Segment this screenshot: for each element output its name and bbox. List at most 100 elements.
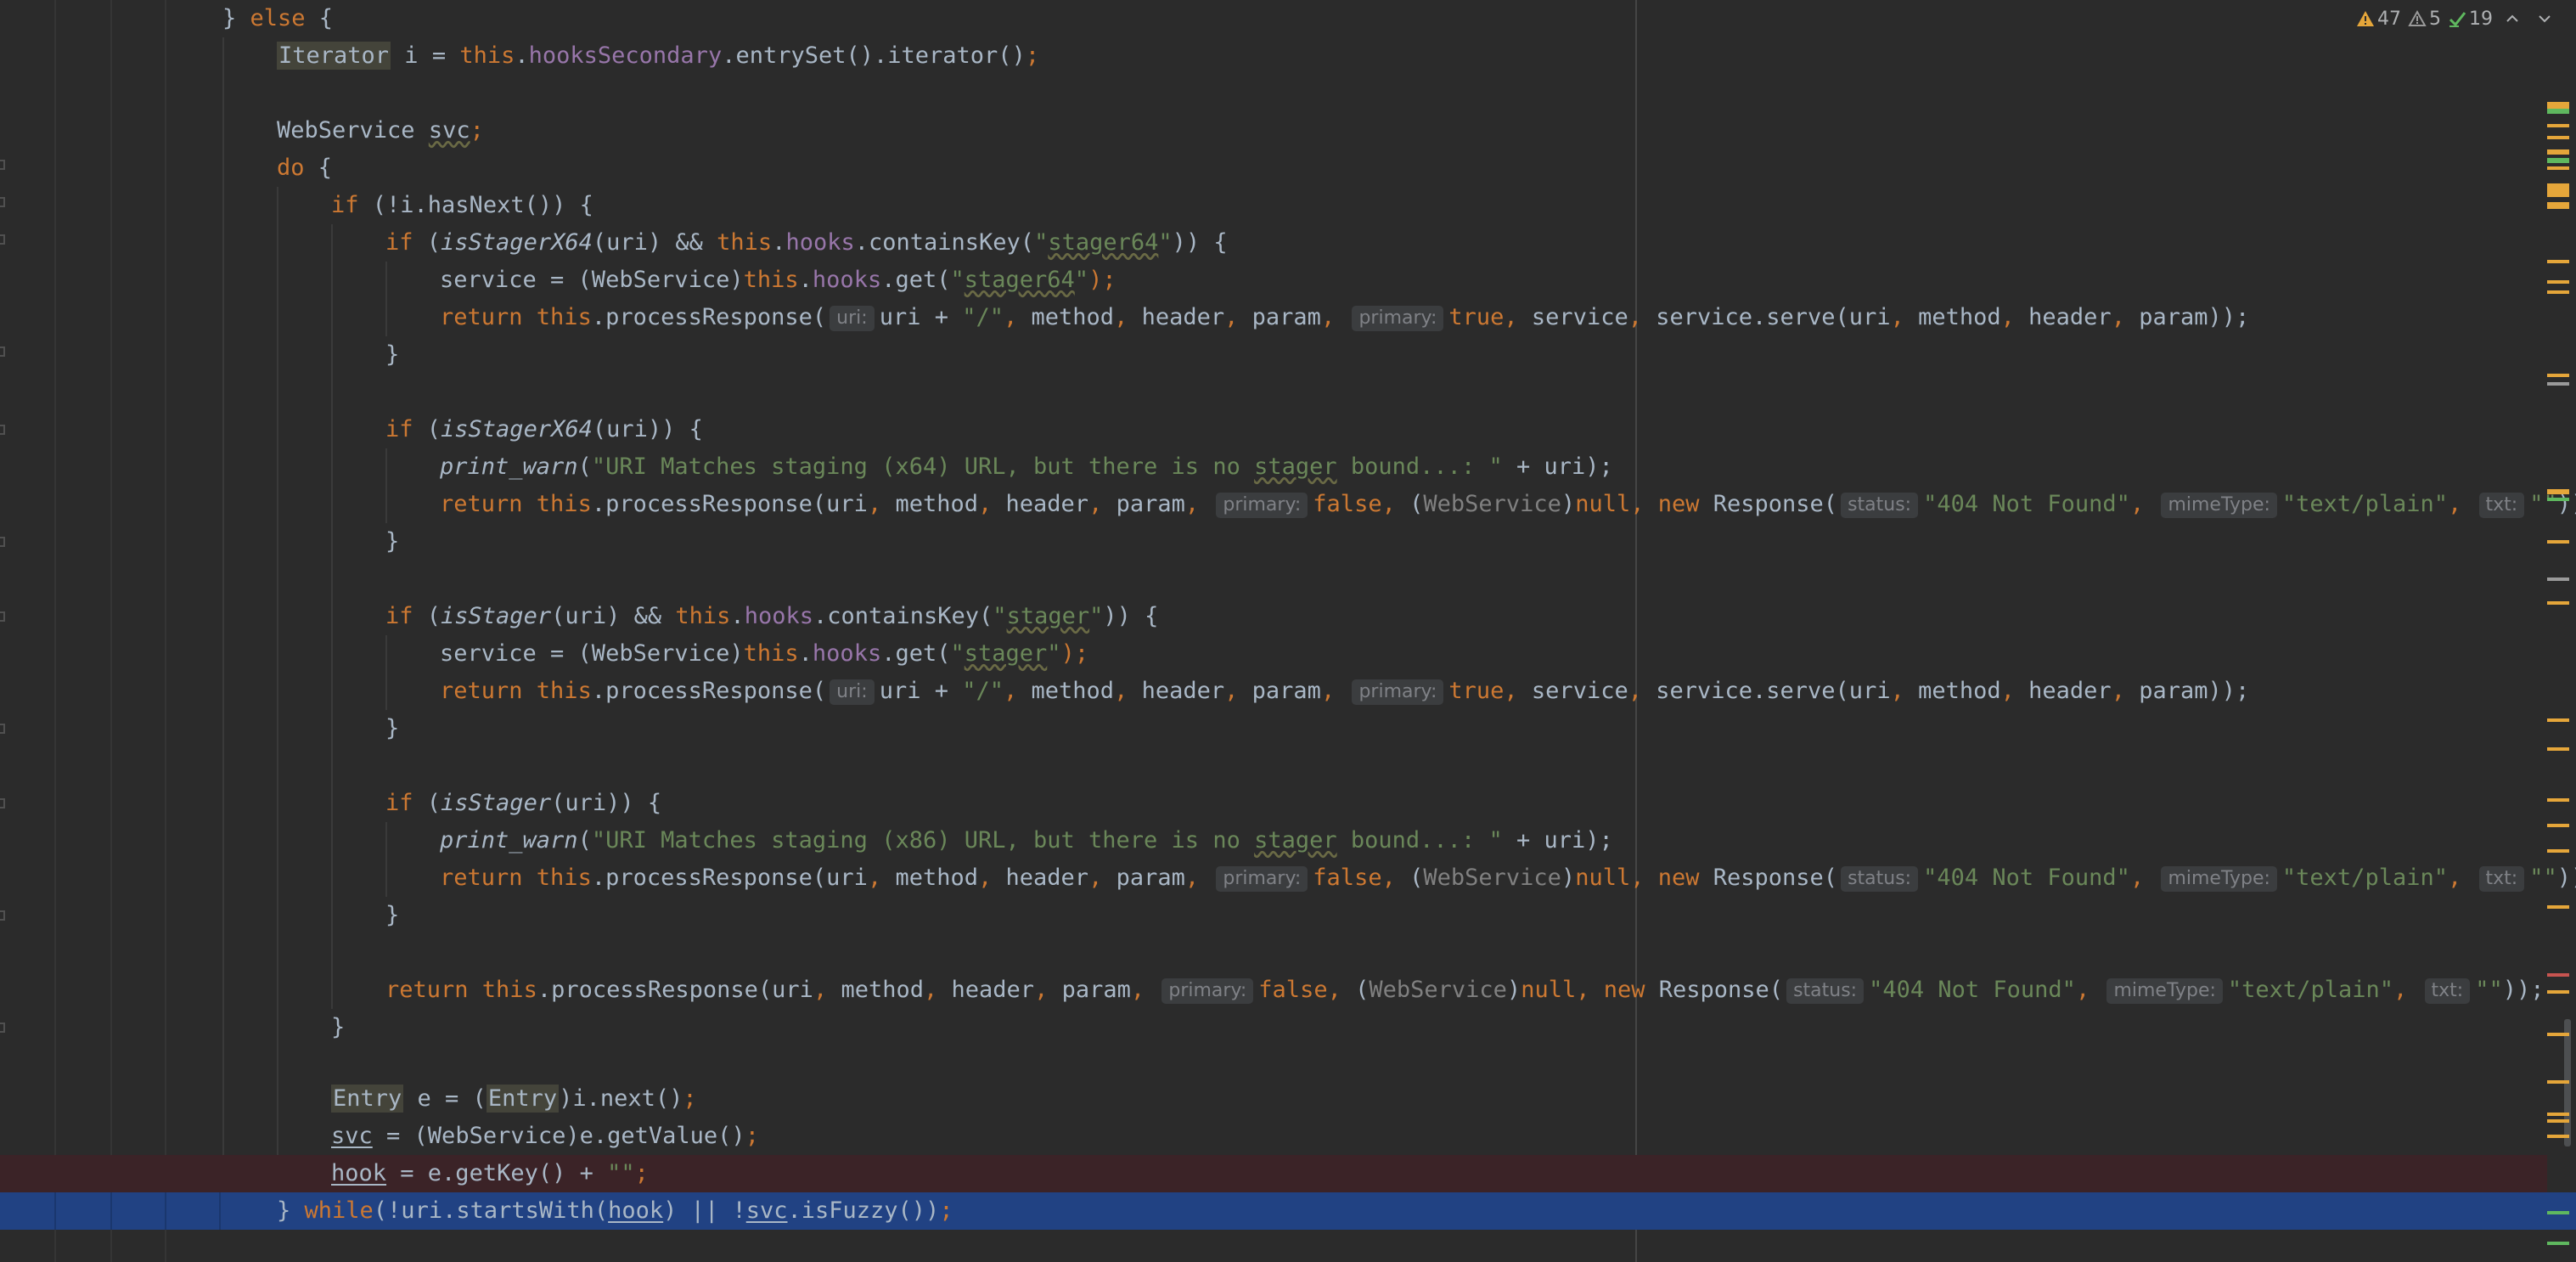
code-editor[interactable]: } else { Iterator i = this.hooksSecondar… bbox=[0, 0, 2576, 1262]
code-line[interactable]: } bbox=[385, 710, 399, 747]
error-stripe-marker[interactable] bbox=[2547, 798, 2569, 802]
code-token: ( bbox=[413, 603, 442, 629]
error-stripe-marker[interactable] bbox=[2547, 136, 2569, 139]
error-stripe-marker[interactable] bbox=[2547, 601, 2569, 605]
error-stripe-marker[interactable] bbox=[2547, 290, 2569, 294]
code-token: param)); bbox=[2139, 304, 2250, 330]
error-stripe-marker[interactable] bbox=[2547, 849, 2569, 853]
fold-marker[interactable] bbox=[0, 1023, 5, 1033]
code-line[interactable]: return this.processResponse(uri: uri + "/… bbox=[440, 673, 2249, 710]
weak-warnings-counter[interactable]: 5 bbox=[2408, 8, 2441, 30]
keyword: do bbox=[277, 155, 305, 181]
code-token: ); bbox=[1060, 640, 1089, 667]
error-stripe-marker[interactable] bbox=[2547, 1211, 2569, 1214]
code-line[interactable]: if (isStager(uri)) { bbox=[385, 785, 661, 822]
error-stripe-marker[interactable] bbox=[2547, 1135, 2569, 1138]
code-token: method bbox=[1918, 678, 2001, 704]
error-stripe-marker[interactable] bbox=[2547, 1242, 2569, 1245]
fold-marker[interactable] bbox=[0, 611, 5, 622]
editor-gutter[interactable] bbox=[0, 0, 54, 1262]
code-token: (uri)) { bbox=[592, 416, 703, 442]
code-line[interactable]: service = (WebService)this.hooks.get("st… bbox=[440, 262, 1116, 299]
error-stripe-marker[interactable] bbox=[2547, 260, 2569, 263]
fold-marker[interactable] bbox=[0, 425, 5, 435]
code-line[interactable]: service = (WebService)this.hooks.get("st… bbox=[440, 635, 1088, 673]
indent-guide bbox=[385, 448, 387, 523]
error-stripe-marker[interactable] bbox=[2547, 577, 2569, 581]
code-line[interactable]: if (isStagerX64(uri)) { bbox=[385, 411, 703, 448]
fold-marker[interactable] bbox=[0, 537, 5, 547]
code-line[interactable]: } bbox=[331, 1009, 345, 1046]
comma: , bbox=[2111, 304, 2140, 330]
error-stripe-marker[interactable] bbox=[2547, 158, 2569, 163]
indent-guide bbox=[222, 37, 224, 1192]
parameter-hint: uri: bbox=[830, 679, 875, 705]
string-literal: "/" bbox=[962, 678, 1004, 704]
code-line[interactable]: print_warn("URI Matches staging (x64) UR… bbox=[440, 448, 1613, 486]
comma: , bbox=[867, 865, 896, 891]
string-literal: "URI Matches staging (x86) URL, but ther… bbox=[591, 827, 1255, 854]
code-line[interactable]: print_warn("URI Matches staging (x86) UR… bbox=[440, 822, 1613, 859]
error-stripe-marker[interactable] bbox=[2547, 489, 2569, 494]
code-line[interactable]: } while(!uri.startsWith(hook) || !svc.is… bbox=[277, 1192, 953, 1230]
error-stripe-marker[interactable] bbox=[2547, 1080, 2569, 1084]
error-stripe-marker[interactable] bbox=[2547, 540, 2569, 544]
error-stripe-marker[interactable] bbox=[2547, 183, 2569, 197]
error-stripe-marker[interactable] bbox=[2547, 109, 2569, 114]
error-stripe-marker[interactable] bbox=[2547, 990, 2569, 994]
error-stripe-marker[interactable] bbox=[2547, 124, 2569, 127]
right-margin-guide bbox=[1635, 0, 1637, 1262]
code-line[interactable]: return this.processResponse(uri, method,… bbox=[385, 972, 2544, 1009]
fold-marker[interactable] bbox=[0, 160, 5, 170]
error-stripe-marker[interactable] bbox=[2547, 973, 2569, 977]
method-call: print_warn bbox=[440, 827, 578, 854]
code-line[interactable]: return this.processResponse(uri: uri + "/… bbox=[440, 299, 2249, 336]
error-stripe-marker[interactable] bbox=[2547, 747, 2569, 751]
error-stripe-marker[interactable] bbox=[2547, 905, 2569, 909]
code-line[interactable]: } bbox=[385, 523, 399, 561]
comma: , bbox=[1628, 304, 1656, 330]
error-stripe-marker[interactable] bbox=[2547, 382, 2569, 386]
parameter-hint: uri: bbox=[830, 306, 875, 331]
fold-marker[interactable] bbox=[0, 798, 5, 808]
error-stripe-marker[interactable] bbox=[2547, 374, 2569, 377]
error-stripe-marker[interactable] bbox=[2547, 1119, 2569, 1123]
error-stripe-marker[interactable] bbox=[2547, 498, 2569, 501]
semicolon: ; bbox=[745, 1123, 759, 1149]
code-line[interactable]: WebService svc; bbox=[277, 112, 484, 149]
fold-marker[interactable] bbox=[0, 346, 5, 357]
code-line[interactable]: svc = (WebService)e.getValue(); bbox=[331, 1118, 759, 1155]
parameter-hint: primary: bbox=[1216, 866, 1308, 892]
code-line[interactable]: Entry e = (Entry)i.next(); bbox=[331, 1080, 697, 1118]
code-token: header bbox=[2028, 304, 2112, 330]
fold-marker[interactable] bbox=[0, 910, 5, 921]
code-line[interactable]: if (isStager(uri) && this.hooks.contains… bbox=[385, 598, 1158, 635]
code-line[interactable]: if (!i.hasNext()) { bbox=[331, 187, 593, 224]
error-stripe-marker[interactable] bbox=[2547, 1113, 2569, 1116]
error-stripe-marker[interactable] bbox=[2547, 102, 2569, 109]
code-line[interactable]: hook = e.getKey() + ""; bbox=[331, 1155, 649, 1192]
field-name: hooks bbox=[785, 229, 855, 256]
code-line[interactable]: } bbox=[385, 897, 399, 934]
code-line[interactable]: } bbox=[385, 336, 399, 374]
error-stripe-marker[interactable] bbox=[2547, 824, 2569, 827]
code-line[interactable]: return this.processResponse(uri, method,… bbox=[440, 486, 2576, 523]
error-stripe-marker[interactable] bbox=[2547, 718, 2569, 722]
code-line[interactable]: return this.processResponse(uri, method,… bbox=[440, 859, 2576, 897]
fold-marker[interactable] bbox=[0, 234, 5, 245]
code-line[interactable]: } else { bbox=[222, 0, 333, 37]
typos-counter[interactable]: 19 bbox=[2448, 8, 2493, 30]
fold-marker[interactable] bbox=[0, 197, 5, 207]
warnings-counter[interactable]: 47 bbox=[2356, 8, 2401, 30]
error-stripe-marker[interactable] bbox=[2547, 1033, 2569, 1036]
fold-marker[interactable] bbox=[0, 724, 5, 734]
error-stripe-marker[interactable] bbox=[2547, 280, 2569, 284]
code-line[interactable]: if (isStagerX64(uri) && this.hooks.conta… bbox=[385, 224, 1228, 262]
code-line[interactable]: Iterator i = this.hooksSecondary.entrySe… bbox=[277, 37, 1039, 75]
code-line[interactable]: do { bbox=[277, 149, 332, 187]
error-stripe-marker[interactable] bbox=[2547, 149, 2569, 155]
error-stripe-marker[interactable] bbox=[2547, 202, 2569, 209]
code-token: service.serve(uri bbox=[1656, 678, 1891, 704]
error-stripe-marker[interactable] bbox=[2547, 166, 2569, 170]
vertical-scrollbar[interactable] bbox=[2522, 0, 2576, 1262]
